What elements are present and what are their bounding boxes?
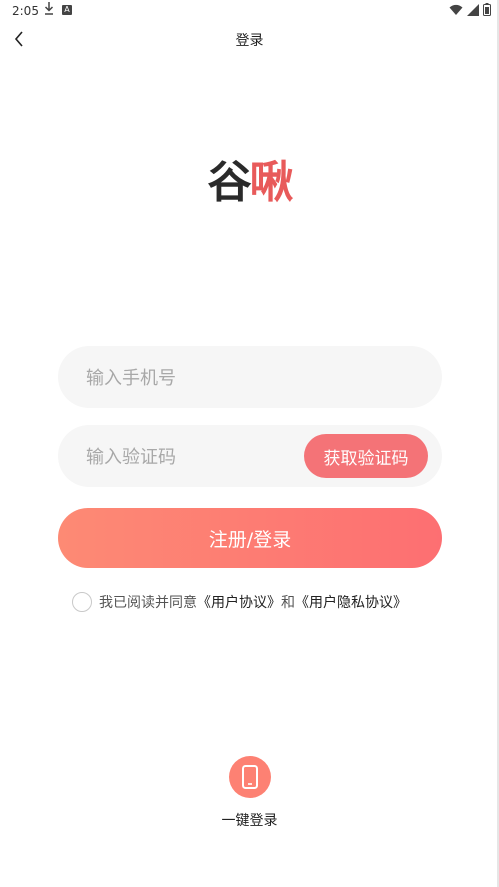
- app-logo: 谷啾: [0, 146, 499, 210]
- header: 登录: [0, 22, 499, 56]
- one-tap-login-label[interactable]: 一键登录: [222, 810, 278, 830]
- battery-icon: [483, 3, 491, 19]
- code-input[interactable]: [84, 425, 298, 489]
- signal-icon: [467, 3, 479, 19]
- logo-text: 谷啾: [207, 146, 294, 210]
- phone-input[interactable]: [84, 346, 418, 410]
- code-field: 获取验证码: [58, 425, 442, 489]
- register-login-button[interactable]: 注册/登录: [58, 508, 442, 568]
- wifi-icon: [449, 4, 463, 19]
- user-agreement-link[interactable]: 《用户协议》: [197, 592, 281, 612]
- agree-checkbox[interactable]: [72, 592, 92, 612]
- get-code-button[interactable]: 获取验证码: [304, 434, 428, 478]
- phone-field: [58, 346, 442, 410]
- download-icon: [44, 2, 54, 19]
- one-tap-login-button[interactable]: [228, 756, 271, 798]
- logo-part-1: 谷: [207, 157, 252, 208]
- status-icons: [449, 3, 491, 19]
- phone-icon: [241, 765, 258, 789]
- status-bar: 2:05 A: [0, 0, 499, 22]
- privacy-policy-link[interactable]: 《用户隐私协议》: [295, 592, 407, 612]
- logo-part-2: 啾: [249, 157, 294, 208]
- agreement-and: 和: [281, 595, 295, 611]
- one-tap-login: 一键登录: [0, 756, 499, 830]
- agreement-row: 我已阅读并同意 《用户协议》 和 《用户隐私协议》: [72, 592, 407, 612]
- page-title: 登录: [235, 33, 264, 49]
- agreement-text: 我已阅读并同意: [99, 595, 197, 611]
- notification-icon: A: [62, 5, 72, 15]
- status-time: 2:05: [12, 4, 39, 18]
